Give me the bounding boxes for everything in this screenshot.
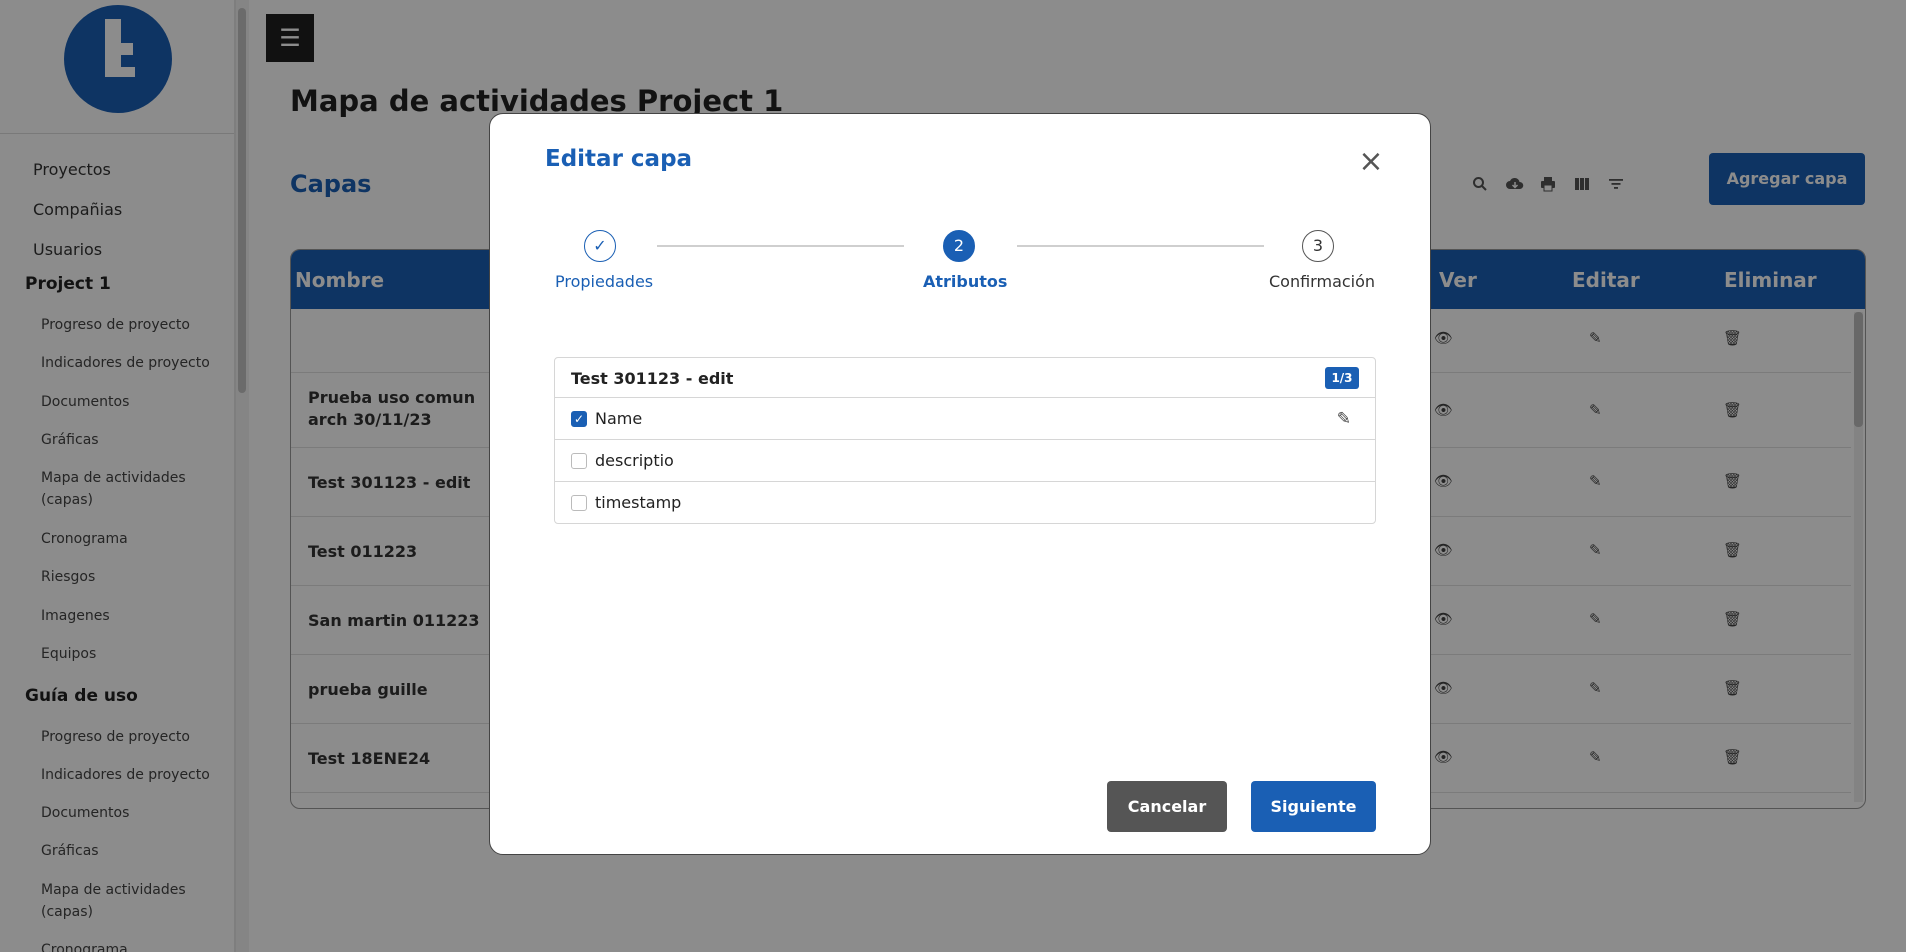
attributes-layer-name: Test 301123 - edit	[571, 369, 734, 388]
attributes-count-badge: 1/3	[1325, 367, 1359, 389]
stepper-connector	[1017, 245, 1264, 247]
attributes-header: Test 301123 - edit 1/3	[555, 358, 1375, 398]
stepper-connector	[657, 245, 904, 247]
step-1-check-icon[interactable]: ✓	[584, 230, 616, 262]
attribute-row-timestamp[interactable]: timestamp	[555, 482, 1375, 524]
attribute-row-name[interactable]: ✓ Name ✎	[555, 398, 1375, 440]
attribute-label: Name	[595, 409, 643, 428]
step-2-label[interactable]: Atributos	[923, 272, 1007, 291]
next-button[interactable]: Siguiente	[1251, 781, 1376, 832]
step-2-indicator[interactable]: 2	[943, 230, 975, 262]
attribute-checkbox-descriptio[interactable]	[571, 453, 587, 469]
close-icon[interactable]: ×	[1356, 147, 1386, 178]
step-3-indicator[interactable]: 3	[1302, 230, 1334, 262]
attribute-checkbox-timestamp[interactable]	[571, 495, 587, 511]
step-3-label[interactable]: Confirmación	[1269, 272, 1375, 291]
attribute-checkbox-name[interactable]: ✓	[571, 411, 587, 427]
attributes-panel: Test 301123 - edit 1/3 ✓ Name ✎ descript…	[554, 357, 1376, 524]
attribute-row-descriptio[interactable]: descriptio	[555, 440, 1375, 482]
attribute-label: timestamp	[595, 493, 682, 512]
cancel-button[interactable]: Cancelar	[1107, 781, 1227, 832]
step-1-label[interactable]: Propiedades	[555, 272, 653, 291]
dialog-title: Editar capa	[545, 146, 693, 172]
attribute-label: descriptio	[595, 451, 674, 470]
pencil-icon[interactable]: ✎	[1337, 409, 1351, 429]
edit-layer-dialog: Editar capa × ✓ Propiedades 2 Atributos …	[489, 113, 1431, 855]
